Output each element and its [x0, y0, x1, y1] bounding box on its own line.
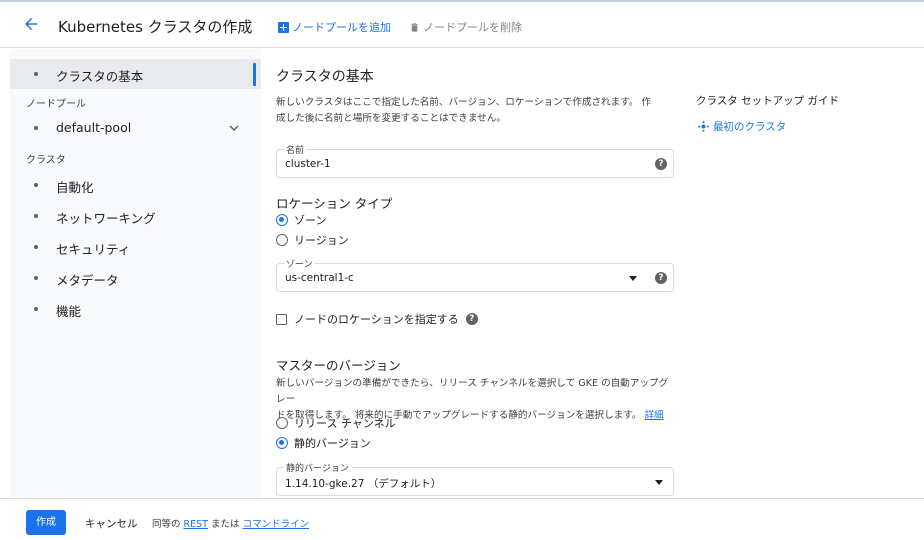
help-icon[interactable]: ? — [655, 272, 667, 284]
dropdown-caret-icon[interactable] — [655, 480, 663, 485]
guide-link-label: 最初のクラスタ — [713, 121, 787, 133]
checkbox-unchecked-icon[interactable] — [276, 313, 287, 325]
sidebar-section-cluster: クラスタ — [26, 155, 66, 166]
sidebar-item-automation[interactable]: 自動化 — [10, 170, 261, 200]
sidebar-item-label: 機能 — [56, 304, 82, 319]
radio-selected-icon[interactable] — [276, 437, 288, 449]
field-label: 名前 — [284, 143, 307, 156]
equivalent-text: 同等の REST または コマンドライン — [152, 516, 309, 530]
add-node-pool-label: ノードプールを追加 — [292, 21, 391, 34]
field-label: 静的バージョン — [284, 461, 351, 474]
description-line: 新しいバージョンの準備ができたら、リリース チャンネルを選択して GKE の自動… — [276, 378, 669, 405]
sidebar-item-label: default-pool — [56, 120, 132, 135]
field-label: ゾーン — [284, 257, 315, 270]
sidebar-item-label: メタデータ — [56, 273, 119, 288]
section-heading: クラスタの基本 — [276, 69, 374, 85]
node-locations-checkbox-row[interactable]: ノードのロケーションを指定する ? — [276, 311, 478, 327]
active-section-indicator — [253, 63, 256, 86]
sidebar-item-cluster-basics[interactable]: クラスタの基本 — [10, 59, 261, 89]
radio-zone[interactable]: ゾーン — [276, 212, 326, 228]
zone-value: us-central1-c — [285, 272, 354, 284]
radio-unselected-icon[interactable] — [276, 417, 288, 429]
page-title: Kubernetes クラスタの作成 — [58, 18, 253, 36]
sidebar-item-features[interactable]: 機能 — [10, 294, 261, 324]
tutorial-icon — [698, 121, 709, 132]
master-version-heading: マスターのバージョン — [276, 358, 401, 373]
first-cluster-link[interactable]: 最初のクラスタ — [698, 119, 786, 134]
bullet-icon — [34, 276, 38, 280]
sidebar-item-label: セキュリティ — [56, 242, 131, 257]
sidebar-item-metadata[interactable]: メタデータ — [10, 263, 261, 293]
sidebar: クラスタの基本 ノードプール default-pool クラスタ 自動化 ネット… — [10, 49, 261, 498]
main-form: クラスタの基本 新しいクラスタはここで指定した名前、バージョン、ロケーションで作… — [276, 49, 686, 498]
page-header: Kubernetes クラスタの作成 ノードプールを追加 ノードプールを削除 — [0, 2, 924, 48]
chevron-down-icon[interactable] — [229, 123, 239, 133]
help-icon[interactable]: ? — [655, 158, 667, 170]
radio-selected-icon[interactable] — [276, 214, 288, 226]
sidebar-item-networking[interactable]: ネットワーキング — [10, 201, 261, 231]
radio-unselected-icon[interactable] — [276, 234, 288, 246]
add-box-icon — [278, 21, 289, 33]
details-link[interactable]: 詳細 — [645, 410, 664, 421]
bullet-icon — [34, 72, 38, 76]
location-type-heading: ロケーション タイプ — [276, 196, 393, 211]
radio-region[interactable]: リージョン — [276, 232, 349, 248]
radio-release-channel[interactable]: リリース チャンネル — [276, 415, 396, 431]
static-version-value: 1.14.10-gke.27 （デフォルト） — [285, 478, 442, 490]
checkbox-label: ノードのロケーションを指定する — [294, 313, 459, 326]
or-text: または — [211, 519, 240, 530]
delete-node-pool-label: ノードプールを削除 — [423, 21, 522, 34]
add-node-pool-button[interactable]: ノードプールを追加 — [278, 19, 391, 35]
radio-label: リージョン — [294, 234, 349, 247]
radio-label: リリース チャンネル — [294, 417, 396, 430]
static-version-select[interactable]: 静的バージョン 1.14.10-gke.27 （デフォルト） — [276, 461, 674, 496]
bullet-icon — [34, 307, 38, 311]
footer-bar: 作成 キャンセル 同等の REST または コマンドライン — [0, 498, 924, 540]
guide-title: クラスタ セットアップ ガイド — [696, 95, 839, 107]
cluster-name-field[interactable]: 名前 cluster-1 ? — [276, 143, 674, 178]
radio-static-version[interactable]: 静的バージョン — [276, 435, 371, 451]
delete-node-pool-button[interactable]: ノードプールを削除 — [409, 19, 522, 35]
bullet-icon — [34, 126, 38, 130]
cancel-button[interactable]: キャンセル — [85, 516, 138, 531]
trash-icon — [411, 22, 418, 32]
rest-link[interactable]: REST — [184, 519, 208, 530]
help-icon[interactable]: ? — [465, 313, 478, 325]
sidebar-item-label: クラスタの基本 — [56, 69, 144, 84]
sidebar-item-default-pool[interactable]: default-pool — [10, 113, 261, 143]
sidebar-item-label: ネットワーキング — [56, 211, 156, 226]
bullet-icon — [34, 214, 38, 218]
create-button[interactable]: 作成 — [26, 510, 66, 535]
equivalent-prefix: 同等の — [152, 519, 181, 530]
description-line: 成した後に名前と場所を変更することはできません。 — [276, 113, 506, 124]
sidebar-item-security[interactable]: セキュリティ — [10, 232, 261, 262]
bullet-icon — [34, 245, 38, 249]
sidebar-section-node-pools: ノードプール — [26, 99, 86, 110]
radio-label: ゾーン — [294, 214, 327, 227]
dropdown-caret-icon[interactable] — [629, 276, 637, 281]
command-line-link[interactable]: コマンドライン — [243, 519, 310, 530]
cluster-name-value: cluster-1 — [285, 158, 331, 170]
back-arrow-icon[interactable] — [22, 15, 40, 33]
description-line: 新しいクラスタはここで指定した名前、バージョン、ロケーションで作成されます。 作 — [276, 97, 652, 108]
section-description: 新しいクラスタはここで指定した名前、バージョン、ロケーションで作成されます。 作… — [276, 95, 676, 127]
bullet-icon — [34, 183, 38, 187]
sidebar-item-label: 自動化 — [56, 180, 94, 195]
zone-select[interactable]: ゾーン us-central1-c ? — [276, 257, 674, 292]
radio-label: 静的バージョン — [294, 437, 371, 450]
